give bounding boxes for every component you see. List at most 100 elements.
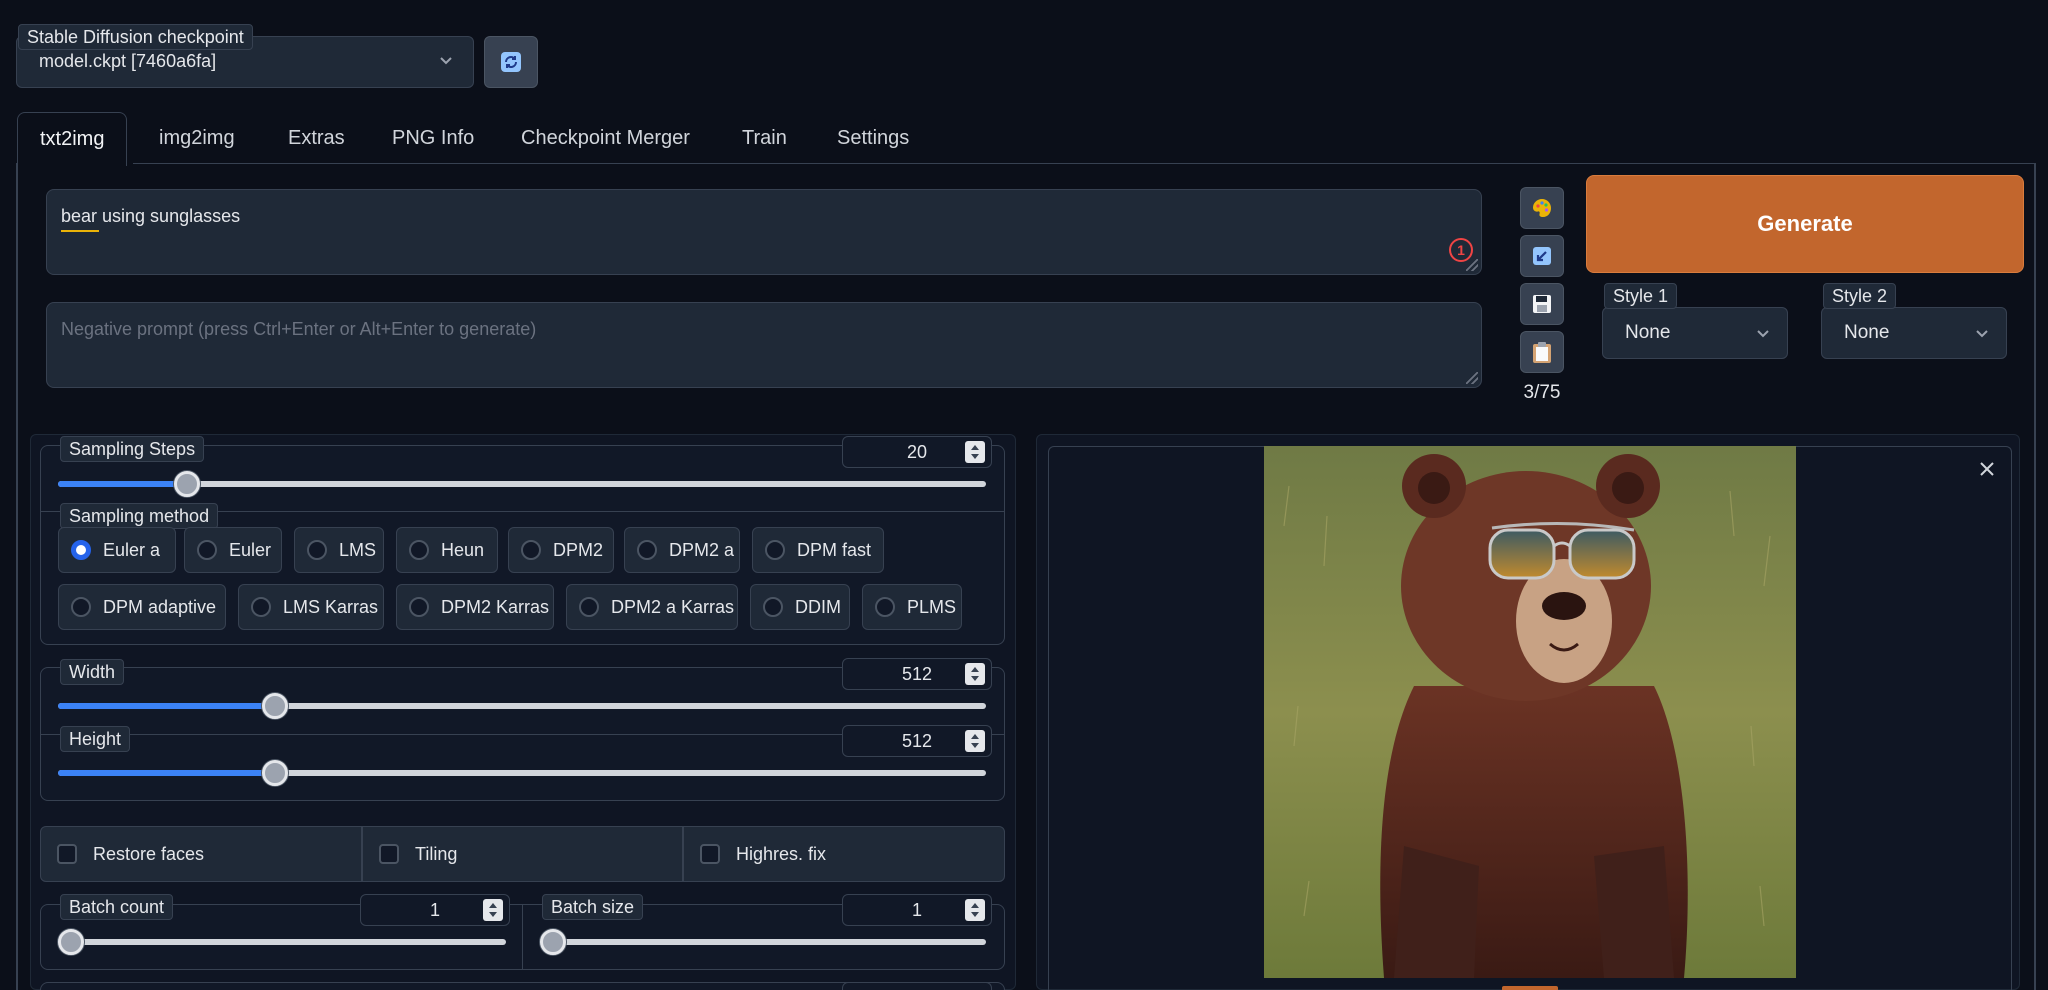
tab-img2img[interactable]: img2img bbox=[159, 112, 235, 164]
radio-dot bbox=[71, 540, 91, 560]
tab-settings[interactable]: Settings bbox=[837, 112, 909, 164]
import-arrow-icon bbox=[1533, 247, 1551, 265]
gallery-indicator bbox=[1502, 986, 1558, 990]
style-2-value: None bbox=[1844, 322, 1890, 343]
close-icon[interactable] bbox=[1978, 460, 1996, 478]
radio-dot bbox=[763, 597, 783, 617]
checkbox-label: Highres. fix bbox=[736, 843, 827, 864]
radio-heun[interactable]: Heun bbox=[396, 527, 498, 573]
width-number[interactable]: 512 bbox=[842, 658, 992, 690]
radio-label: Euler a bbox=[103, 539, 161, 560]
resize-grip[interactable] bbox=[1466, 372, 1478, 384]
radio-lms[interactable]: LMS bbox=[294, 527, 384, 573]
spinner-arrows[interactable] bbox=[965, 730, 985, 752]
tab-train[interactable]: Train bbox=[742, 112, 787, 164]
cfg-number[interactable] bbox=[842, 982, 992, 990]
radio-dpm2-a[interactable]: DPM2 a bbox=[624, 527, 740, 573]
sampling-steps-number[interactable]: 20 bbox=[842, 436, 992, 468]
tab-txt2img[interactable]: txt2img bbox=[17, 112, 128, 166]
checkbox-box bbox=[700, 844, 720, 864]
prompt-text: bear using sunglasses bbox=[61, 206, 241, 226]
generate-button[interactable]: Generate bbox=[1586, 175, 2024, 273]
height-value: 512 bbox=[901, 731, 933, 751]
tiling-checkbox[interactable]: Tiling bbox=[362, 826, 683, 882]
sampling-steps-value: 20 bbox=[906, 442, 928, 462]
chevron-down-icon bbox=[1976, 330, 1988, 338]
radio-dot bbox=[409, 597, 429, 617]
tab-checkpoint-merger[interactable]: Checkpoint Merger bbox=[521, 112, 690, 164]
radio-dot bbox=[579, 597, 599, 617]
width-handle[interactable] bbox=[262, 693, 288, 719]
spellcheck-underline bbox=[61, 230, 99, 232]
tab-png-info[interactable]: PNG Info bbox=[392, 112, 474, 164]
checkpoint-label: Stable Diffusion checkpoint bbox=[18, 24, 253, 50]
paint-palette-icon bbox=[1533, 199, 1551, 217]
checkbox-box bbox=[57, 844, 77, 864]
sampling-steps-handle[interactable] bbox=[174, 471, 200, 497]
height-number[interactable]: 512 bbox=[842, 725, 992, 757]
radio-label: DPM adaptive bbox=[103, 596, 217, 617]
batch-count-handle[interactable] bbox=[58, 929, 84, 955]
apply-style-button[interactable] bbox=[1520, 331, 1564, 373]
save-icon bbox=[1533, 295, 1551, 313]
spinner-arrows[interactable] bbox=[965, 663, 985, 685]
resize-grip[interactable] bbox=[1466, 259, 1478, 271]
style-1-label: Style 1 bbox=[1604, 283, 1678, 309]
radio-label: Euler bbox=[229, 539, 272, 560]
divider bbox=[522, 904, 523, 970]
save-style-button[interactable] bbox=[1520, 283, 1564, 325]
radio-euler-a[interactable]: Euler a bbox=[58, 527, 176, 573]
radio-label: Heun bbox=[441, 539, 485, 560]
radio-lms-karras[interactable]: LMS Karras bbox=[238, 584, 384, 630]
radio-dot bbox=[197, 540, 217, 560]
style-1-value: None bbox=[1625, 322, 1671, 343]
spinner-arrows[interactable] bbox=[965, 441, 985, 463]
spinner-arrows[interactable] bbox=[965, 899, 985, 921]
radio-label: DPM fast bbox=[797, 539, 872, 560]
highres-fix-checkbox[interactable]: Highres. fix bbox=[683, 826, 1005, 882]
style-2-select[interactable]: None bbox=[1821, 307, 2007, 359]
radio-label: LMS Karras bbox=[283, 596, 379, 617]
radio-dot bbox=[521, 540, 541, 560]
tab-border-left bbox=[16, 163, 18, 990]
restore-faces-checkbox[interactable]: Restore faces bbox=[40, 826, 362, 882]
radio-label: DPM2 bbox=[553, 539, 604, 560]
radio-dot bbox=[637, 540, 657, 560]
batch-size-track[interactable] bbox=[540, 939, 986, 945]
radio-plms[interactable]: PLMS bbox=[862, 584, 962, 630]
radio-dot bbox=[307, 540, 327, 560]
radio-dot bbox=[765, 540, 785, 560]
batch-size-number[interactable]: 1 bbox=[842, 894, 992, 926]
clipboard-icon bbox=[1533, 342, 1551, 363]
sampling-steps-label: Sampling Steps bbox=[60, 436, 205, 462]
generated-image[interactable] bbox=[1264, 446, 1796, 978]
interrogate-button[interactable] bbox=[1520, 187, 1564, 229]
radio-dot bbox=[875, 597, 895, 617]
radio-label: DPM2 a bbox=[669, 539, 735, 560]
negative-prompt-input[interactable]: Negative prompt (press Ctrl+Enter or Alt… bbox=[46, 302, 1482, 388]
spinner-arrows[interactable] bbox=[483, 899, 503, 921]
batch-size-handle[interactable] bbox=[540, 929, 566, 955]
chevron-down-icon bbox=[440, 57, 452, 65]
height-handle[interactable] bbox=[262, 760, 288, 786]
prompt-input[interactable]: bear using sunglasses 1 bbox=[46, 189, 1482, 275]
tab-extras[interactable]: Extras bbox=[288, 112, 345, 164]
radio-ddim[interactable]: DDIM bbox=[750, 584, 850, 630]
radio-dpm-fast[interactable]: DPM fast bbox=[752, 527, 884, 573]
refresh-checkpoint-button[interactable] bbox=[484, 36, 538, 88]
radio-dpm2-karras[interactable]: DPM2 Karras bbox=[396, 584, 554, 630]
read-params-button[interactable] bbox=[1520, 235, 1564, 277]
radio-dpm-adaptive[interactable]: DPM adaptive bbox=[58, 584, 226, 630]
radio-dpm2-a-karras[interactable]: DPM2 a Karras bbox=[566, 584, 738, 630]
checkpoint-value: model.ckpt [7460a6fa] bbox=[39, 51, 217, 71]
batch-count-number[interactable]: 1 bbox=[360, 894, 510, 926]
sampling-method-label: Sampling method bbox=[60, 503, 219, 529]
radio-label: DDIM bbox=[795, 596, 841, 617]
height-label: Height bbox=[60, 726, 131, 752]
radio-dpm2[interactable]: DPM2 bbox=[508, 527, 614, 573]
radio-euler[interactable]: Euler bbox=[184, 527, 282, 573]
width-fill bbox=[58, 703, 274, 709]
batch-count-track[interactable] bbox=[58, 939, 506, 945]
style-1-select[interactable]: None bbox=[1602, 307, 1788, 359]
token-counter: 3/75 bbox=[1523, 382, 1561, 403]
